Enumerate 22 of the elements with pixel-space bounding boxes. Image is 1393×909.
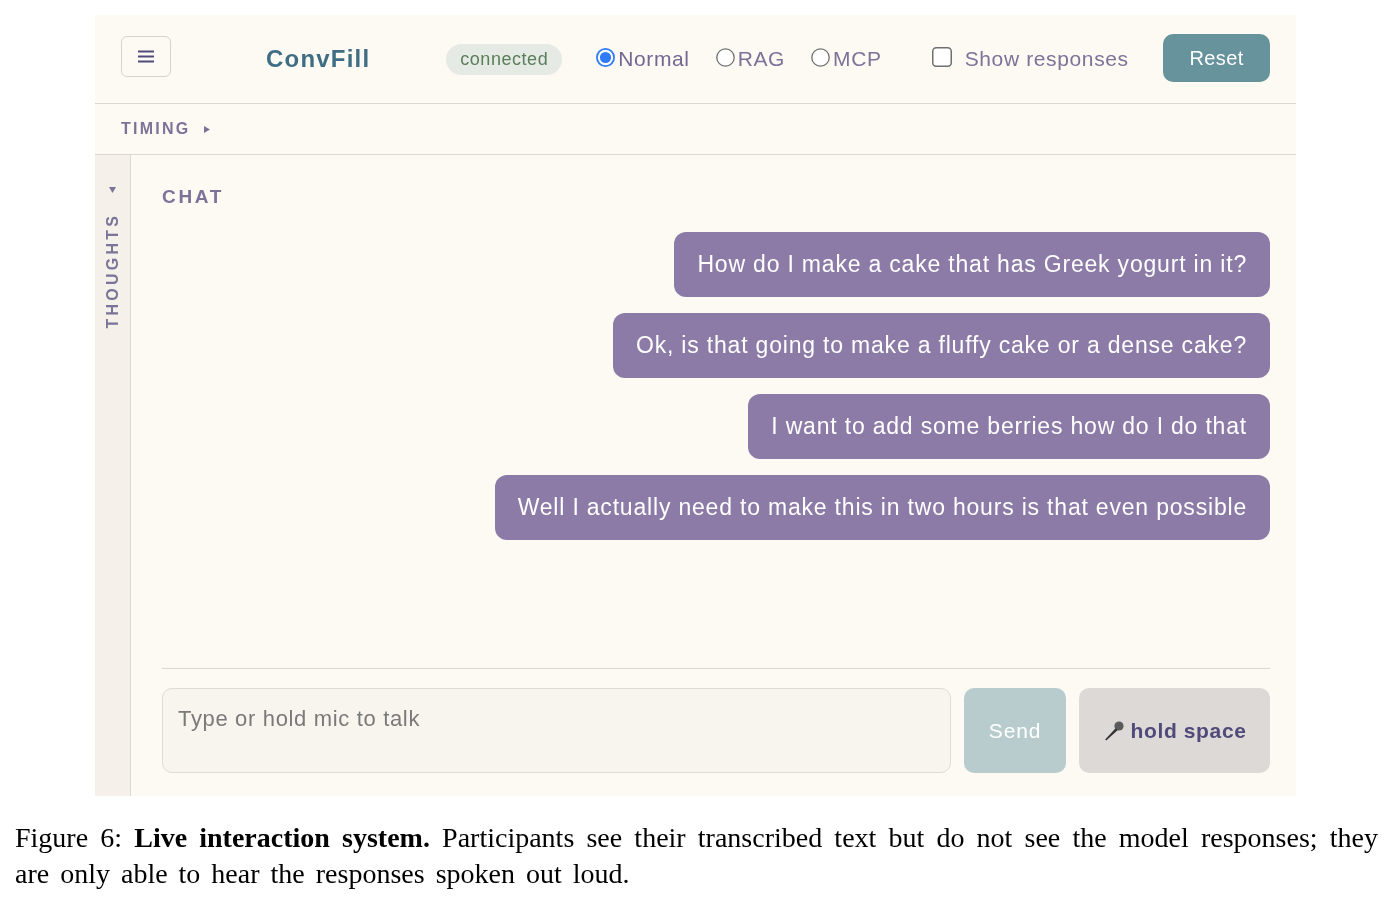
menu-button[interactable] <box>121 35 171 77</box>
caret-icon <box>204 125 211 133</box>
figure-caption: Figure 6: Live interaction system. Participants see their transcribed text but do not see the model responses; they are only able to hear the responses spoken out loud. <box>15 821 1378 891</box>
message-bubble: I want to add some berries how do I do that <box>748 394 1270 459</box>
status-badge: connected <box>446 43 563 75</box>
menu-icon <box>138 49 154 63</box>
timing-toggle[interactable]: TIMING <box>121 117 211 141</box>
mode-radio[interactable]: MCP <box>811 43 882 75</box>
message-input[interactable]: Type or hold mic to talk <box>162 688 951 773</box>
message-bubble: How do I make a cake that has Greek yogurt in it? <box>674 232 1270 297</box>
thoughts-toggle[interactable]: THOUGHTS <box>104 187 121 329</box>
app-title: ConvFill <box>266 44 371 74</box>
message-bubble: Ok, is that going to make a fluffy cake or a dense cake? <box>612 313 1270 378</box>
message-bubble: Well I actually need to make this in two hours is that even possible <box>494 475 1270 540</box>
microphone-icon <box>1102 719 1125 742</box>
chat-heading: CHAT <box>162 186 224 208</box>
mode-radio[interactable]: RAG <box>715 43 786 75</box>
hold-to-talk-button[interactable]: hold space <box>1079 688 1270 773</box>
caret-icon <box>109 187 116 193</box>
reset-button[interactable]: Reset <box>1163 34 1270 82</box>
mode-radio[interactable]: Normal <box>596 43 690 75</box>
show-responses-checkbox[interactable]: Show responses <box>931 43 1129 75</box>
